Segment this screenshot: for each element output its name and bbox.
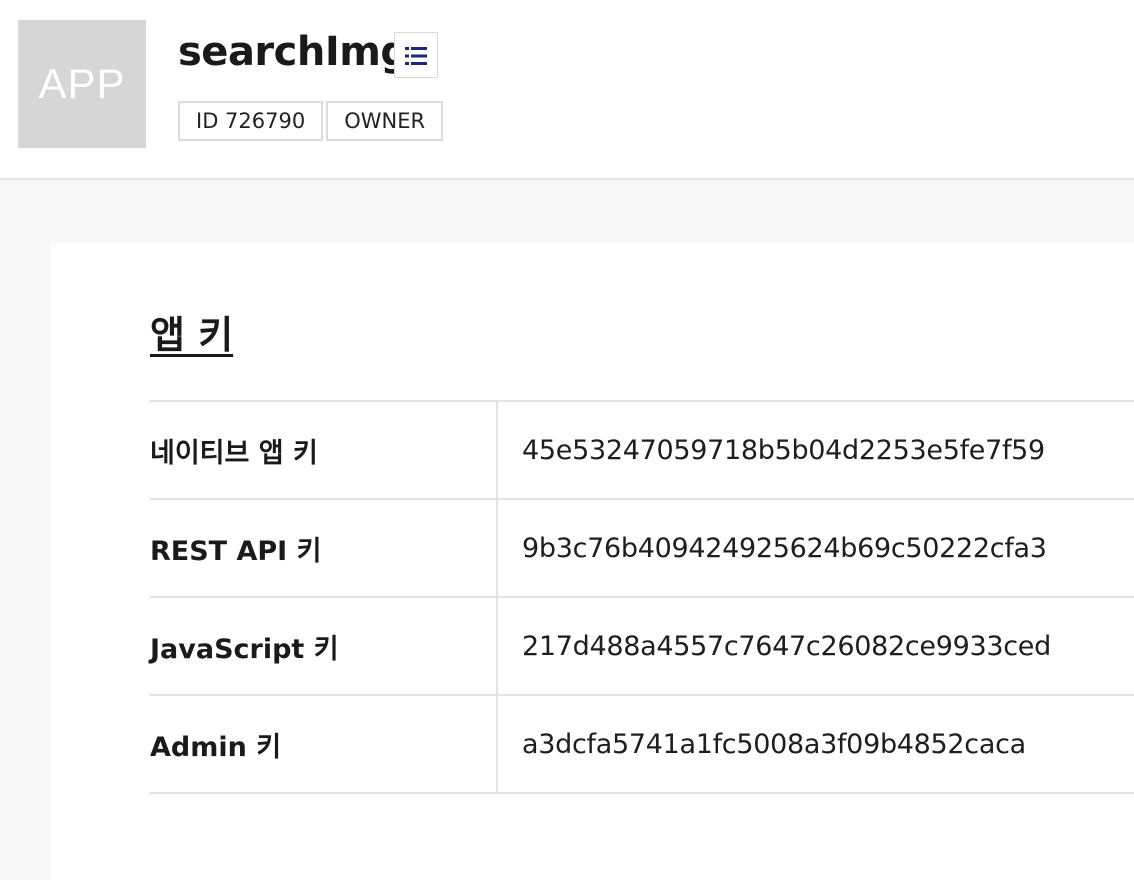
key-label-javascript: JavaScript 키 bbox=[150, 597, 498, 695]
role-badge: OWNER bbox=[326, 101, 444, 141]
key-label-native: 네이티브 앱 키 bbox=[150, 401, 498, 499]
list-icon bbox=[405, 47, 427, 65]
app-keys-table: 네이티브 앱 키 45e53247059718b5b04d2253e5fe7f5… bbox=[150, 400, 1134, 794]
app-header: APP searchImg ID 726790 OWNER bbox=[0, 0, 1134, 180]
key-value-native[interactable]: 45e53247059718b5b04d2253e5fe7f59 bbox=[497, 401, 1134, 499]
table-row: Admin 키 a3dcfa5741a1fc5008a3f09b4852caca bbox=[150, 695, 1134, 793]
section-title: 앱 키 bbox=[150, 313, 234, 357]
key-label-rest-api: REST API 키 bbox=[150, 499, 498, 597]
app-menu-button[interactable] bbox=[394, 32, 438, 78]
table-row: JavaScript 키 217d488a4557c7647c26082ce99… bbox=[150, 597, 1134, 695]
table-row: REST API 키 9b3c76b409424925624b69c50222c… bbox=[150, 499, 1134, 597]
key-value-rest-api[interactable]: 9b3c76b409424925624b69c50222cfa3 bbox=[497, 499, 1134, 597]
table-row: 네이티브 앱 키 45e53247059718b5b04d2253e5fe7f5… bbox=[150, 401, 1134, 499]
key-value-admin[interactable]: a3dcfa5741a1fc5008a3f09b4852caca bbox=[497, 695, 1134, 793]
app-thumbnail: APP bbox=[18, 20, 146, 148]
app-tags: ID 726790 OWNER bbox=[178, 101, 444, 141]
key-value-javascript[interactable]: 217d488a4557c7647c26082ce9933ced bbox=[497, 597, 1134, 695]
key-label-admin: Admin 키 bbox=[150, 695, 498, 793]
app-keys-card: 앱 키 네이티브 앱 키 45e53247059718b5b04d2253e5f… bbox=[50, 243, 1134, 880]
app-name: searchImg bbox=[178, 29, 409, 75]
app-id-badge: ID 726790 bbox=[178, 101, 324, 141]
